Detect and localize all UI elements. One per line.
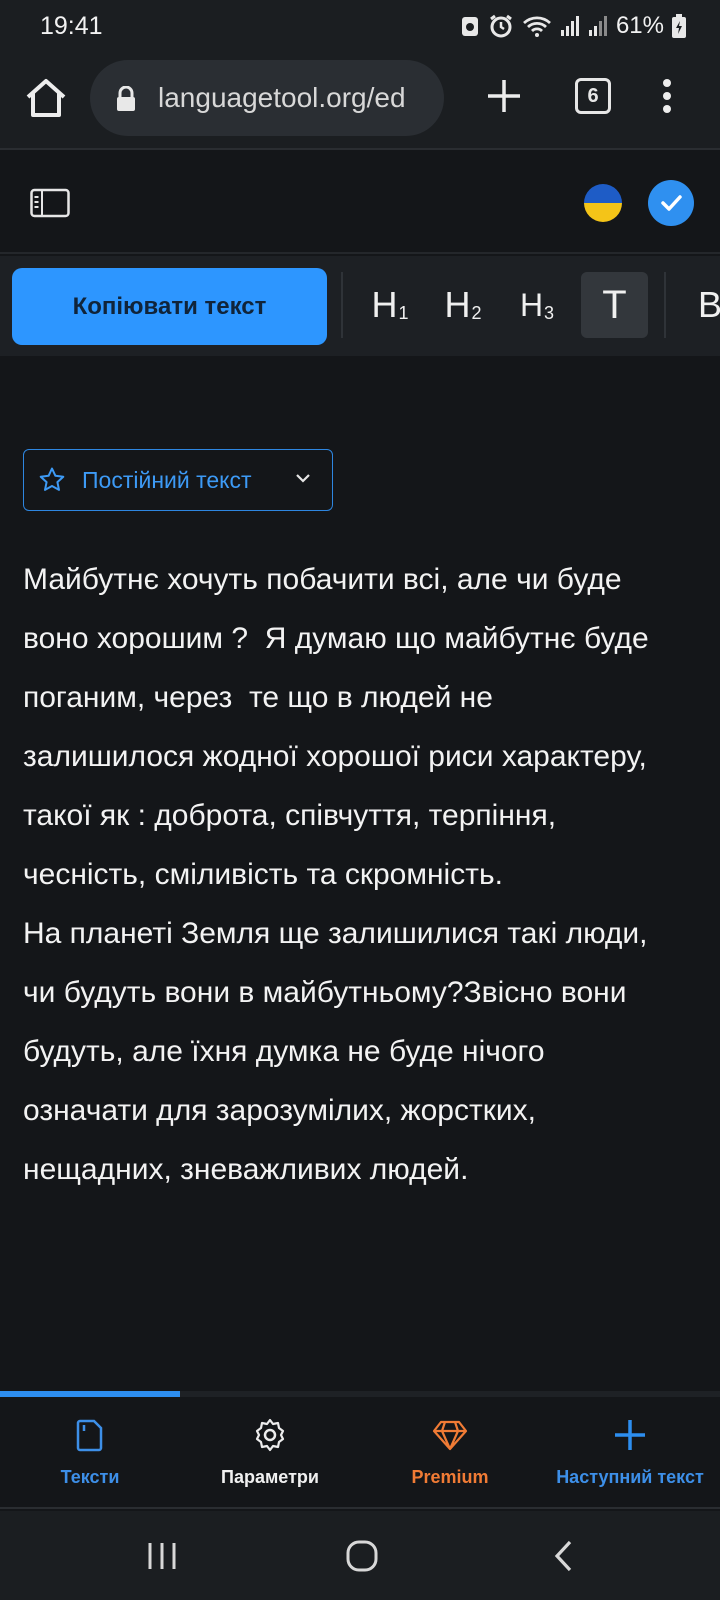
bottom-navigation: Тексти Параметри Premium Наступний текст <box>0 1397 720 1509</box>
heading-2-button[interactable]: H2 <box>432 272 494 338</box>
recycle-icon <box>461 17 478 36</box>
status-time: 19:41 <box>40 12 103 40</box>
address-bar[interactable]: languagetool.org/ed <box>90 60 444 136</box>
status-bar: 19:41 61% <box>0 0 720 52</box>
heading-2-level: 2 <box>471 302 482 323</box>
ukraine-flag-icon[interactable] <box>584 184 622 222</box>
nav-texts-label: Тексти <box>60 1467 120 1487</box>
nav-settings[interactable]: Параметри <box>180 1397 360 1509</box>
nav-premium-label: Premium <box>411 1467 489 1487</box>
text-type-label: Постійний текст <box>82 466 252 493</box>
paragraph: На планеті Земля ще залишилися такі люди… <box>23 917 648 1186</box>
battery-percent: 61% <box>615 12 664 39</box>
toolbar-divider <box>341 272 343 338</box>
status-icons: 61% <box>460 12 686 40</box>
heading-2-label: H <box>444 284 471 325</box>
text-type-dropdown[interactable]: Постійний текст <box>23 449 333 511</box>
paragraph: Майбутнє хочуть побачити всі, але чи буд… <box>23 563 649 891</box>
app-header <box>0 152 720 254</box>
home-system-icon[interactable] <box>345 1539 379 1573</box>
heading-3-button[interactable]: H3 <box>506 272 568 338</box>
toolbar-divider-2 <box>664 272 666 338</box>
nav-next-text[interactable]: Наступний текст <box>540 1397 720 1509</box>
more-menu-icon[interactable] <box>652 76 682 116</box>
chevron-down-icon <box>296 474 310 483</box>
check-status-icon[interactable] <box>648 180 694 226</box>
heading-3-level: 3 <box>544 302 555 323</box>
lock-icon <box>117 86 135 111</box>
diamond-icon <box>432 1420 468 1451</box>
home-icon[interactable] <box>22 74 70 122</box>
nav-premium[interactable]: Premium <box>360 1397 540 1509</box>
nav-settings-label: Параметри <box>221 1467 319 1487</box>
nav-texts[interactable]: Тексти <box>0 1397 180 1509</box>
alarm-icon <box>490 14 512 38</box>
heading-1-button[interactable]: H1 <box>359 272 421 338</box>
editor-text-area[interactable]: Майбутнє хочуть побачити всі, але чи буд… <box>23 550 703 1199</box>
battery-icon <box>672 14 686 38</box>
url-text: languagetool.org/ed <box>158 82 406 113</box>
signal-icon <box>560 16 579 36</box>
system-navigation-bar <box>0 1511 720 1600</box>
heading-3-label: H <box>519 286 544 323</box>
tab-switcher-button[interactable]: 6 <box>575 78 611 114</box>
format-toolbar: Копіювати текст H1 H2 H3 T B <box>0 256 720 356</box>
star-icon <box>39 467 65 491</box>
heading-1-level: 1 <box>398 302 409 323</box>
new-tab-icon[interactable] <box>484 76 524 116</box>
sidebar-toggle-icon[interactable] <box>30 188 70 218</box>
gear-icon <box>255 1418 285 1452</box>
back-icon[interactable] <box>552 1539 576 1573</box>
document-icon <box>76 1419 103 1452</box>
browser-toolbar: languagetool.org/ed 6 <box>0 52 720 150</box>
plus-icon <box>615 1420 645 1450</box>
nav-next-text-label: Наступний текст <box>556 1467 704 1487</box>
wifi-icon <box>522 16 551 37</box>
copy-text-button[interactable]: Копіювати текст <box>12 268 327 345</box>
heading-1-label: H <box>371 284 398 325</box>
bold-button[interactable]: B <box>698 284 720 326</box>
signal-2-icon <box>588 16 607 36</box>
normal-text-button[interactable]: T <box>581 272 648 338</box>
recent-apps-icon[interactable] <box>146 1541 178 1571</box>
